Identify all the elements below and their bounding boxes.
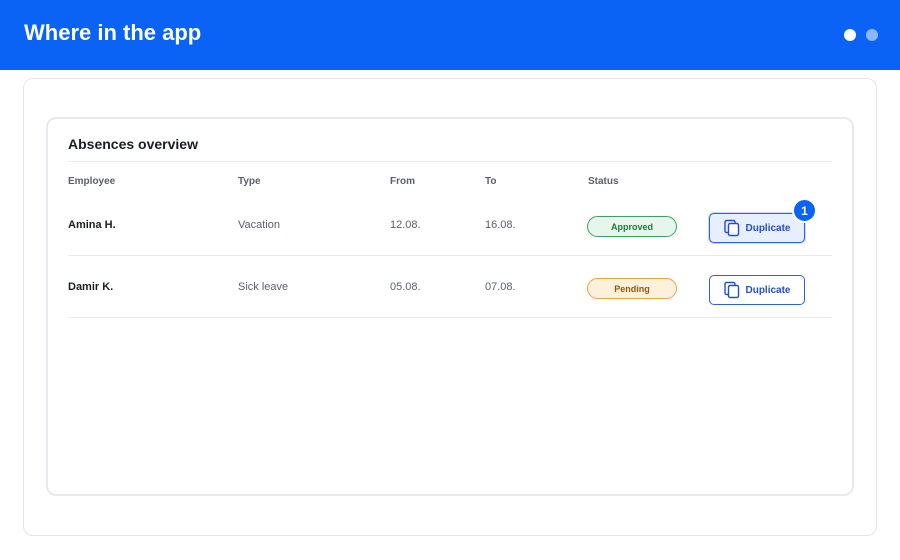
divider [68,161,832,162]
pager-dot[interactable] [866,29,878,41]
duplicate-label: Duplicate [745,222,791,234]
column-header-employee: Employee [68,176,116,187]
card-title: Absences overview [68,136,198,152]
column-header-type: Type [238,176,261,187]
employee-name: Damir K. [68,281,114,293]
column-header-to: To [485,176,497,187]
absences-card: Absences overview Employee Type From To … [46,117,854,496]
column-header-from: From [390,176,415,187]
pager-dot-active[interactable] [844,29,856,41]
page-title: Where in the app [24,20,202,45]
date-to: 16.08. [485,219,516,231]
copy-icon [724,281,740,299]
duplicate-label: Duplicate [745,284,791,296]
table-row: Damir K. Sick leave 05.08. 07.08. Pendin… [68,256,832,318]
date-to: 07.08. [485,281,516,293]
copy-icon [724,219,740,237]
employee-name: Amina H. [68,219,116,231]
table-row: Amina H. Vacation 12.08. 16.08. Approved… [68,194,832,256]
absence-type: Sick leave [238,281,289,293]
date-from: 05.08. [390,281,421,293]
app-header: Where in the app [0,0,900,70]
duplicate-button[interactable]: Duplicate [709,213,805,243]
duplicate-button[interactable]: Duplicate [709,275,805,305]
status-badge: Approved [587,216,677,237]
absence-type: Vacation [238,219,280,231]
column-header-status: Status [588,176,619,187]
step-marker-badge: 1 [792,198,817,223]
date-from: 12.08. [390,219,421,231]
status-badge: Pending [587,278,677,299]
